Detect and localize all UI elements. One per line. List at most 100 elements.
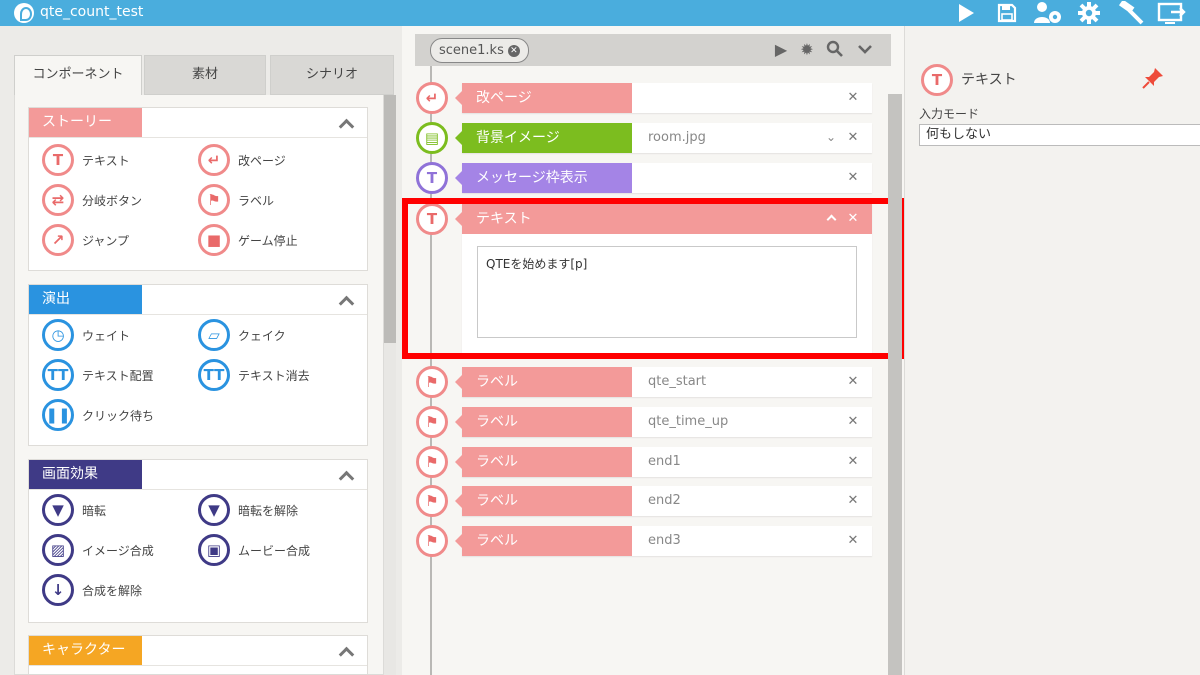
delete-row-icon[interactable]: ✕: [846, 91, 860, 105]
row-label: メッセージ枠表示: [455, 163, 632, 193]
group-story-title: ストーリー: [29, 108, 142, 137]
scenario-row[interactable]: ラベル qte_start ✕: [455, 367, 872, 397]
delete-row-icon[interactable]: ✕: [846, 375, 860, 389]
row-value: end1: [648, 454, 681, 469]
row-label: ラベル: [455, 407, 632, 437]
preview-play-icon[interactable]: ▶: [771, 40, 791, 60]
group-screen-effects: 画面効果 ▼ 暗転 ▼ 暗転を解除 ▨ イメージ合成 ▣ ムービー合成 ↓ 合成…: [28, 459, 368, 623]
group-story: ストーリー T テキスト ↵ 改ページ ⇄ 分岐ボタン ⚑ ラベル ↗ ジャンプ…: [28, 107, 368, 271]
text-icon: T: [42, 144, 74, 176]
component-page-break[interactable]: ↵ 改ページ: [198, 144, 286, 176]
properties-panel: T テキスト 入力モード 何もしない: [904, 26, 1200, 675]
component-wait[interactable]: ◷ ウェイト: [42, 319, 130, 351]
chevron-up-icon[interactable]: [339, 468, 353, 482]
row-value: qte_time_up: [648, 414, 729, 429]
component-game-stop[interactable]: ■ ゲーム停止: [198, 224, 298, 256]
left-tab-bar: コンポーネント 素材 シナリオ: [14, 55, 394, 96]
close-tab-icon[interactable]: ✕: [507, 44, 520, 57]
chevron-up-icon[interactable]: [339, 293, 353, 307]
left-scrollbar[interactable]: [384, 95, 396, 675]
pin-icon[interactable]: [1141, 66, 1165, 90]
text-erase-icon: TT: [198, 359, 230, 391]
component-label: 暗転: [82, 503, 107, 518]
gear-icon[interactable]: [1076, 0, 1102, 26]
delete-row-icon[interactable]: ✕: [846, 131, 860, 145]
delete-row-icon[interactable]: ✕: [846, 494, 860, 508]
game-stop-icon: ■: [198, 224, 230, 256]
component-text-erase[interactable]: TT テキスト消去: [198, 359, 310, 391]
component-click-wait[interactable]: ❚❚ クリック待ち: [42, 399, 154, 431]
tab-materials[interactable]: 素材: [144, 55, 266, 95]
group-effects-header[interactable]: 演出: [29, 285, 367, 315]
group-story-header[interactable]: ストーリー: [29, 108, 367, 138]
scenario-row[interactable]: 改ページ ✕: [455, 83, 872, 113]
chevron-down-icon[interactable]: ⌄: [824, 130, 838, 144]
scenario-row[interactable]: 背景イメージ room.jpg ⌄ ✕: [455, 123, 872, 153]
center-scrollbar[interactable]: [888, 94, 902, 675]
component-branch-button[interactable]: ⇄ 分岐ボタン: [42, 184, 142, 216]
composite-release-icon: ↓: [42, 574, 74, 606]
tab-scenario[interactable]: シナリオ: [270, 55, 394, 95]
save-icon[interactable]: [995, 0, 1019, 26]
page-break-icon: ↵: [416, 82, 448, 114]
wait-icon: ◷: [42, 319, 74, 351]
app-logo-icon: [14, 3, 34, 23]
row-label: ラベル: [455, 367, 632, 397]
chevron-up-icon[interactable]: [339, 644, 353, 658]
delete-row-icon[interactable]: ✕: [846, 415, 860, 429]
scene-tab[interactable]: scene1.ks ✕: [430, 38, 529, 63]
scenario-row[interactable]: ラベル qte_time_up ✕: [455, 407, 872, 437]
component-quake[interactable]: ▱ クェイク: [198, 319, 286, 351]
row-value: room.jpg: [648, 130, 706, 145]
row-value: end3: [648, 533, 681, 548]
component-text-place[interactable]: TT テキスト配置: [42, 359, 154, 391]
group-character-header[interactable]: キャラクター: [29, 636, 367, 666]
highlight-box: [402, 198, 904, 359]
click-wait-icon: ❚❚: [42, 399, 74, 431]
component-label-item[interactable]: ⚑ ラベル: [198, 184, 274, 216]
component-jump[interactable]: ↗ ジャンプ: [42, 224, 129, 256]
delete-row-icon[interactable]: ✕: [846, 455, 860, 469]
image-composite-icon: ▨: [42, 534, 74, 566]
app-title: qte_count_test: [40, 4, 144, 20]
scenario-row[interactable]: メッセージ枠表示 ✕: [455, 163, 872, 193]
debug-bug-icon[interactable]: ✹: [797, 40, 817, 60]
jump-icon: ↗: [42, 224, 74, 256]
scenario-row[interactable]: ラベル end1 ✕: [455, 447, 872, 477]
center-scrollbar-thumb[interactable]: [888, 94, 902, 675]
page-break-icon: ↵: [198, 144, 230, 176]
component-image-composite[interactable]: ▨ イメージ合成: [42, 534, 154, 566]
text-place-icon: TT: [42, 359, 74, 391]
delete-row-icon[interactable]: ✕: [846, 534, 860, 548]
user-settings-icon[interactable]: [1033, 0, 1063, 26]
component-composite-release[interactable]: ↓ 合成を解除: [42, 574, 142, 606]
input-mode-select[interactable]: 何もしない: [919, 124, 1200, 146]
row-label: ラベル: [455, 447, 632, 477]
scenario-row[interactable]: ラベル end2 ✕: [455, 486, 872, 516]
left-scrollbar-thumb[interactable]: [384, 95, 396, 343]
label-flag-icon: ⚑: [198, 184, 230, 216]
label-flag-icon: ⚑: [416, 446, 448, 478]
delete-row-icon[interactable]: ✕: [846, 171, 860, 185]
search-icon[interactable]: [825, 40, 845, 60]
play-icon[interactable]: [954, 0, 978, 26]
export-icon[interactable]: [1156, 0, 1188, 26]
component-movie-composite[interactable]: ▣ ムービー合成: [198, 534, 310, 566]
component-label: ラベル: [238, 193, 275, 208]
component-label: イメージ合成: [82, 543, 154, 558]
branch-button-icon: ⇄: [42, 184, 74, 216]
label-flag-icon: ⚑: [416, 406, 448, 438]
component-blackout[interactable]: ▼ 暗転: [42, 494, 106, 526]
chevron-up-icon[interactable]: [339, 116, 353, 130]
scenario-editor: scene1.ks ✕ ▶ ✹ ↵ 改ページ ✕ ▤ 背景イメージ room.jp…: [402, 26, 904, 675]
group-screen-effects-header[interactable]: 画面効果: [29, 460, 367, 490]
tab-components[interactable]: コンポーネント: [14, 55, 142, 96]
hammer-icon[interactable]: [1116, 0, 1146, 26]
component-label: ジャンプ: [82, 233, 130, 248]
component-blackout-release[interactable]: ▼ 暗転を解除: [198, 494, 298, 526]
row-value: end2: [648, 493, 681, 508]
scenario-row[interactable]: ラベル end3 ✕: [455, 526, 872, 556]
chevron-down-icon[interactable]: [855, 40, 875, 60]
label-flag-icon: ⚑: [416, 366, 448, 398]
component-text[interactable]: T テキスト: [42, 144, 130, 176]
